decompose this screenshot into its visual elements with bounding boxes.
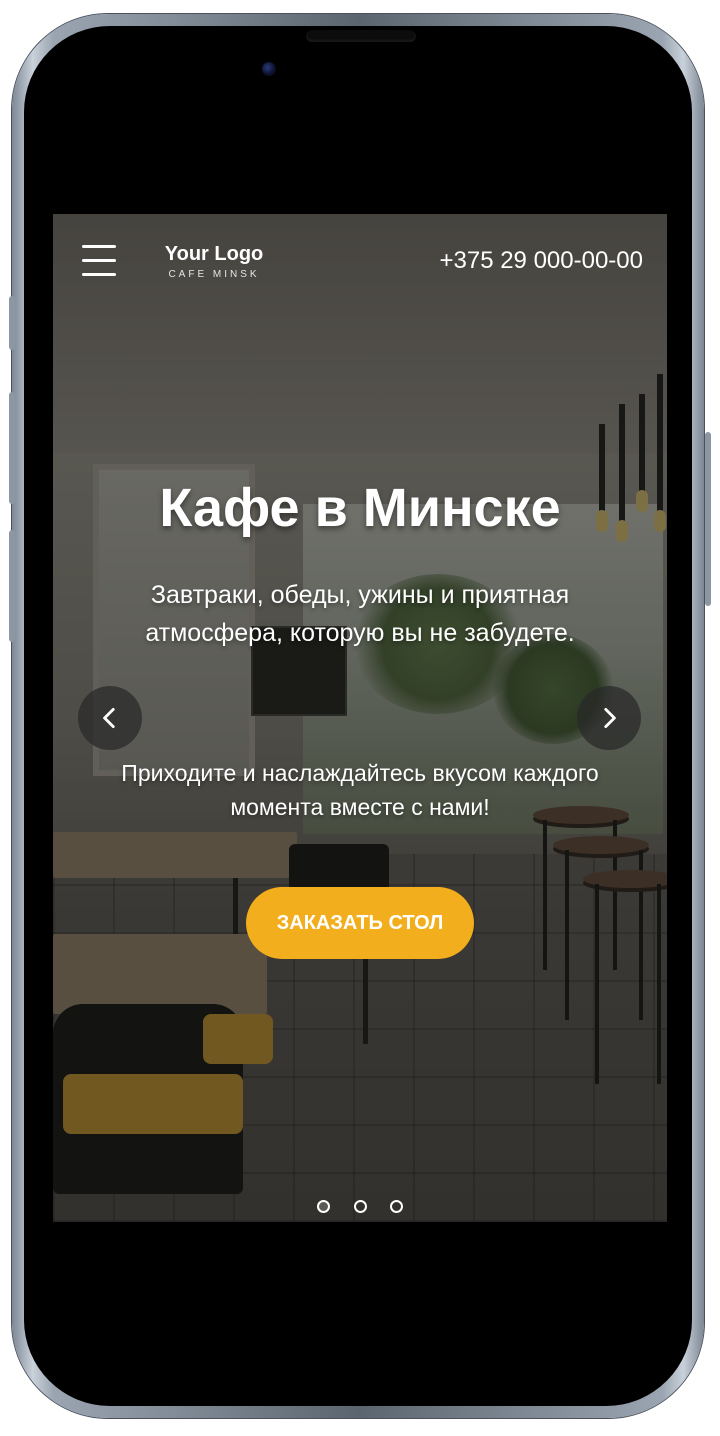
book-table-button[interactable]: ЗАКАЗАТЬ СТОЛ: [246, 887, 474, 959]
hero-title: Кафе в Минске: [159, 478, 561, 538]
carousel-prev-button[interactable]: [78, 686, 142, 750]
carousel-dot-1[interactable]: [317, 1199, 330, 1213]
logo-subtitle: CAFE MINSK: [168, 269, 260, 280]
carousel-next-button[interactable]: [577, 686, 641, 750]
chevron-left-icon: [103, 707, 115, 729]
dark-overlay: [53, 214, 667, 1222]
screen: Your Logo CAFE MINSK +375 29 000-00-00 К…: [53, 214, 667, 1222]
logo[interactable]: Your Logo CAFE MINSK: [159, 242, 269, 282]
hamburger-line: [82, 273, 116, 276]
side-button-volume-down: [9, 530, 15, 642]
hero-tagline: Приходите и наслаждайтесь вкусом каждого…: [121, 760, 599, 820]
front-camera: [262, 62, 276, 76]
carousel-dot-3[interactable]: [390, 1199, 403, 1213]
side-button-volume-up: [9, 392, 15, 504]
chevron-right-icon: [604, 707, 616, 729]
hamburger-menu-icon[interactable]: [82, 244, 116, 278]
logo-title: Your Logo: [164, 243, 264, 265]
side-button-power: [705, 432, 711, 606]
hamburger-line: [82, 245, 116, 248]
carousel-pagination: [317, 1196, 403, 1216]
hamburger-line: [82, 259, 116, 262]
side-button-mute: [9, 296, 15, 350]
carousel-dot-2[interactable]: [353, 1199, 367, 1213]
hero-subtitle: Завтраки, обеды, ужины и приятная атмосф…: [145, 581, 575, 647]
phone-link[interactable]: +375 29 000-00-00: [439, 246, 643, 276]
speaker-grille: [306, 30, 416, 42]
